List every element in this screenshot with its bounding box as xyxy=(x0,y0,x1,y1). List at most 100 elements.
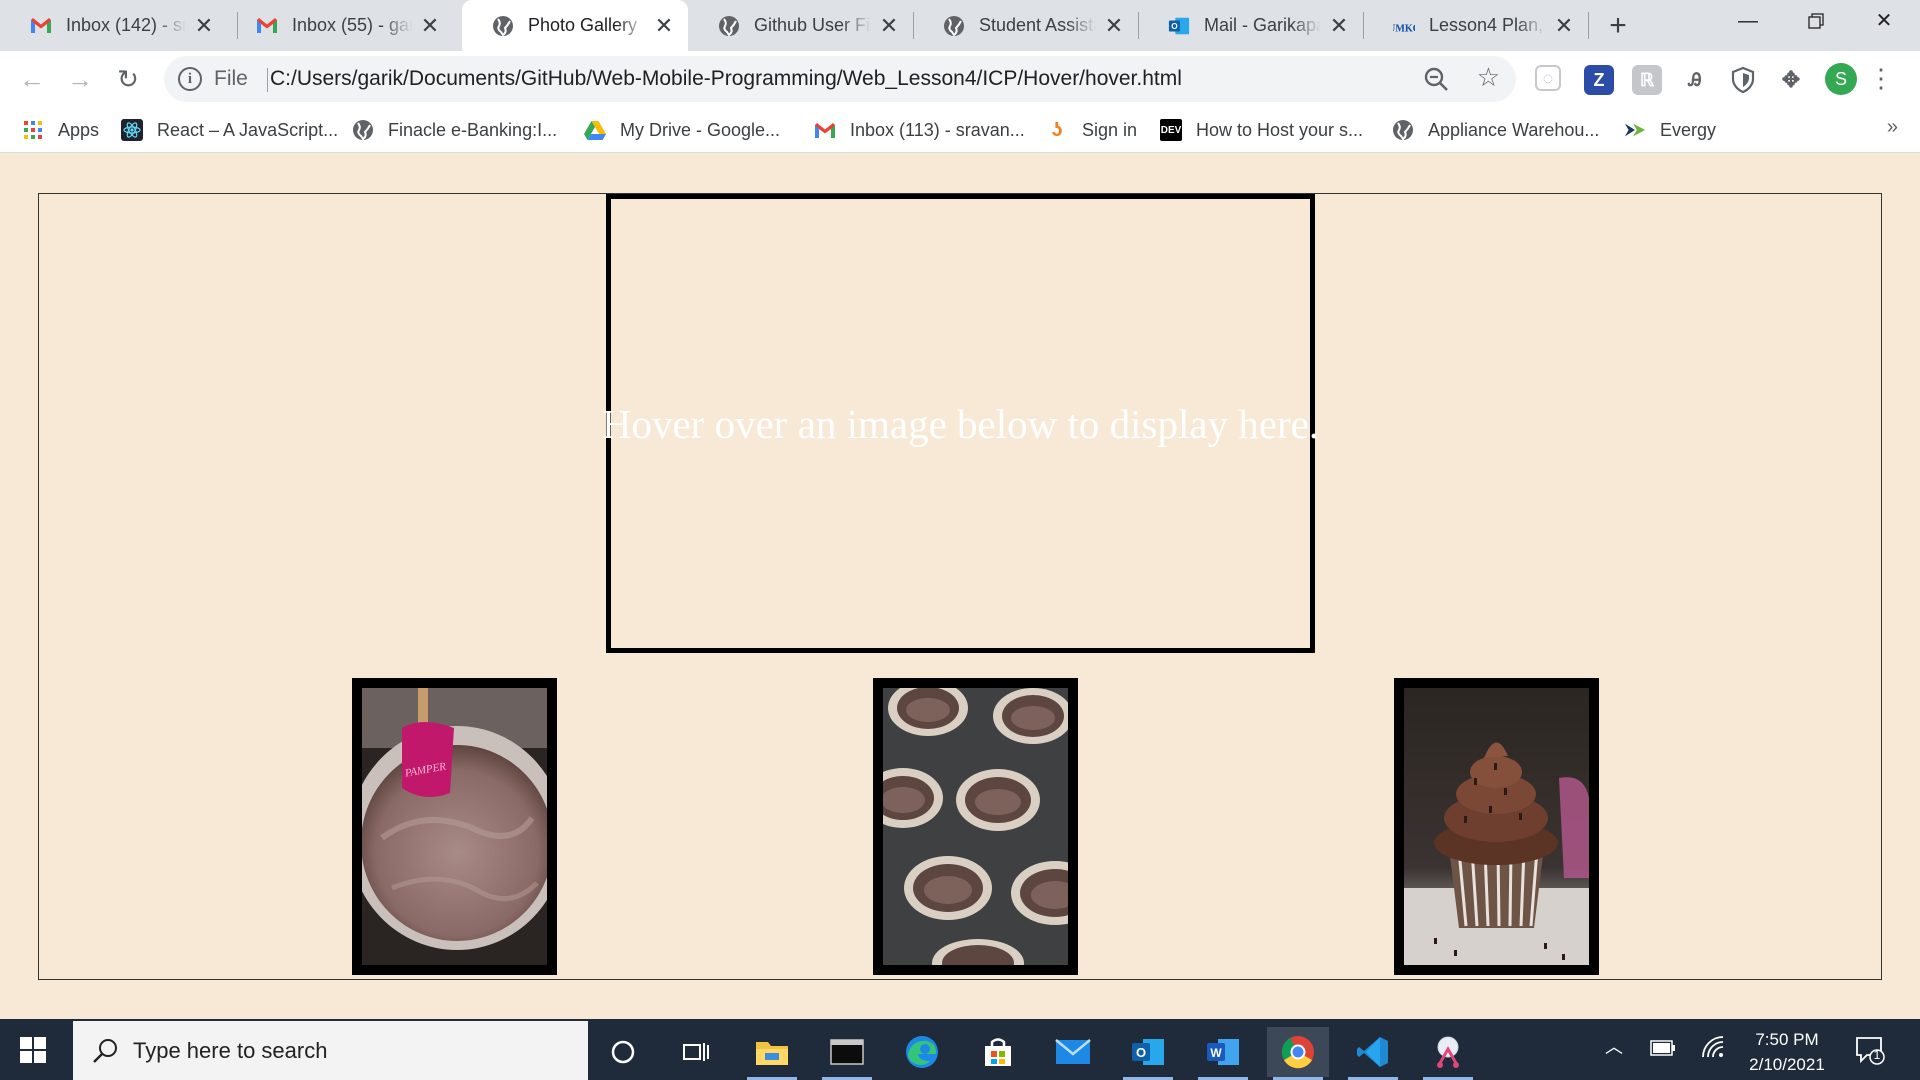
snipping-tool-icon[interactable] xyxy=(1417,1027,1479,1080)
photo-gallery-page: Hover over an image below to display her… xyxy=(0,153,1920,1019)
tab-title: Photo Gallery xyxy=(528,15,638,35)
close-tab-icon[interactable]: ✕ xyxy=(1554,13,1574,39)
bookmark-finacle[interactable]: Finacle e-Banking:I... xyxy=(352,116,557,144)
close-tab-icon[interactable]: ✕ xyxy=(879,13,899,39)
tab-lesson4-plan[interactable]: UMKC Lesson4 Plan, P ✕ xyxy=(1363,0,1588,51)
close-tab-icon[interactable]: ✕ xyxy=(420,13,440,39)
edge-browser-icon[interactable] xyxy=(891,1027,953,1077)
chrome-app-icon[interactable] xyxy=(1267,1027,1329,1080)
new-tab-button[interactable]: + xyxy=(1598,6,1638,46)
close-tab-icon[interactable]: ✕ xyxy=(1104,13,1124,39)
file-explorer-icon[interactable] xyxy=(741,1027,803,1080)
tab-inbox-garik[interactable]: Inbox (55) - garik ✕ xyxy=(226,0,454,51)
notification-count: 1 xyxy=(1873,1048,1881,1062)
vscode-app-icon[interactable] xyxy=(1342,1027,1404,1080)
bookmark-label: How to Host your s... xyxy=(1196,119,1364,140)
address-separator xyxy=(267,68,268,92)
globe-icon xyxy=(1392,119,1414,141)
notification-center-icon[interactable]: 1 xyxy=(1855,1035,1885,1065)
close-tab-icon[interactable]: ✕ xyxy=(194,13,214,39)
thumbnail-frosted-cupcake[interactable] xyxy=(1394,678,1599,975)
word-app-icon[interactable]: W xyxy=(1192,1027,1254,1080)
search-icon xyxy=(91,1036,121,1066)
browser-tab-strip: Inbox (142) - sravan ✕ Inbox (55) - gari… xyxy=(0,0,1920,51)
svg-text:O: O xyxy=(1171,22,1178,31)
profile-avatar[interactable]: S xyxy=(1825,63,1857,95)
thumbnail-cupcake-pan[interactable] xyxy=(873,678,1078,975)
restore-button[interactable] xyxy=(1782,0,1850,44)
clock-time: 7:50 PM xyxy=(1755,1030,1819,1049)
terminal-icon[interactable] xyxy=(816,1027,878,1080)
tab-mail-garikapati[interactable]: O Mail - Garikapati ✕ xyxy=(1138,0,1363,51)
thumbnail-chocolate-batter[interactable]: PAMPER xyxy=(352,678,557,975)
apps-grid-icon xyxy=(22,119,44,141)
url-text[interactable]: C:/Users/garik/Documents/GitHub/Web-Mobi… xyxy=(270,67,1182,91)
bookmark-label: Apps xyxy=(58,119,100,140)
minimize-button[interactable]: — xyxy=(1714,0,1782,44)
extension-zotero-icon[interactable]: Z xyxy=(1584,65,1614,95)
extension-gray-icon[interactable]: ℝ xyxy=(1632,65,1662,95)
svg-text:O: O xyxy=(1136,1045,1146,1060)
bookmark-label: My Drive - Google... xyxy=(620,119,781,140)
tab-student-assistant[interactable]: Student Assistant ✕ xyxy=(913,0,1138,51)
google-drive-icon xyxy=(584,119,606,141)
svg-text:W: W xyxy=(1210,1046,1222,1060)
back-button[interactable]: ← xyxy=(12,59,52,99)
tab-title: Inbox (55) - garik xyxy=(292,15,412,35)
microsoft-store-icon[interactable] xyxy=(967,1027,1029,1077)
bookmark-label: Finacle e-Banking:I... xyxy=(388,119,558,140)
bookmark-evergy[interactable]: Evergy xyxy=(1624,116,1716,144)
extension-grammar-icon[interactable]: Ꭿ xyxy=(1680,65,1710,95)
bookmark-host[interactable]: DEV How to Host your s... xyxy=(1160,116,1363,144)
address-bar[interactable]: i File C:/Users/garik/Documents/GitHub/W… xyxy=(164,56,1516,102)
bookmark-inbox[interactable]: Inbox (113) - sravan... xyxy=(814,116,1025,144)
umkc-icon: UMKC xyxy=(1393,15,1415,37)
extension-pocket-icon[interactable]: ◌ xyxy=(1535,65,1561,91)
clock-date: 2/10/2021 xyxy=(1749,1055,1825,1074)
browser-toolbar: ← → ↻ i File C:/Users/garik/Documents/Gi… xyxy=(0,51,1920,108)
windows-start-icon[interactable] xyxy=(20,1037,46,1063)
tab-github-user-finder[interactable]: Github User Finder ✕ xyxy=(688,0,913,51)
mail-app-icon[interactable] xyxy=(1042,1027,1104,1077)
globe-icon xyxy=(943,15,965,37)
search-placeholder: Type here to search xyxy=(133,1038,328,1063)
tab-photo-gallery[interactable]: Photo Gallery ✕ xyxy=(462,0,688,51)
display-instruction-text: Hover over an image below to display her… xyxy=(601,400,1320,447)
browser-menu-icon[interactable]: ⋮ xyxy=(1868,61,1894,95)
tab-title: Inbox (142) - sravan xyxy=(66,15,186,35)
info-icon[interactable]: i xyxy=(178,67,202,91)
taskbar-clock[interactable]: 7:50 PM 2/10/2021 xyxy=(1732,1027,1842,1077)
forward-button[interactable]: → xyxy=(60,59,100,99)
gmail-icon xyxy=(814,119,836,141)
globe-icon xyxy=(718,15,740,37)
bookmark-my-drive[interactable]: My Drive - Google... xyxy=(584,116,780,144)
tab-inbox-sravan[interactable]: Inbox (142) - sravan ✕ xyxy=(0,0,228,51)
show-hidden-icons[interactable]: ︿ xyxy=(1605,1033,1623,1059)
reload-button[interactable]: ↻ xyxy=(108,59,148,99)
close-tab-icon[interactable]: ✕ xyxy=(654,13,674,39)
react-icon xyxy=(121,119,143,141)
outlook-app-icon[interactable]: O xyxy=(1117,1027,1179,1080)
taskbar-search-box[interactable]: Type here to search xyxy=(73,1021,588,1080)
tab-title: Student Assistant xyxy=(979,15,1096,35)
zoom-icon[interactable] xyxy=(1422,65,1450,93)
bookmark-apps[interactable]: Apps xyxy=(22,116,99,144)
close-tab-icon[interactable]: ✕ xyxy=(1329,13,1349,39)
bookmark-label: Inbox (113) - sravan... xyxy=(850,119,1025,140)
bookmark-star-icon[interactable]: ☆ xyxy=(1477,62,1500,93)
dev-icon: DEV xyxy=(1160,119,1182,141)
cortana-icon[interactable] xyxy=(592,1027,654,1077)
wifi-icon[interactable] xyxy=(1700,1035,1726,1065)
bookmark-label: React – A JavaScript... xyxy=(157,119,339,140)
battery-icon[interactable] xyxy=(1650,1039,1676,1062)
evergy-icon xyxy=(1624,119,1646,141)
bookmark-sign-in[interactable]: ʖ Sign in xyxy=(1046,116,1137,144)
bookmarks-overflow-icon[interactable]: » xyxy=(1887,116,1898,139)
bookmark-appliance[interactable]: Appliance Warehou... xyxy=(1392,116,1599,144)
gmail-icon xyxy=(30,15,52,37)
bookmark-react[interactable]: React – A JavaScript... xyxy=(121,116,338,144)
extensions-puzzle-icon[interactable]: ✥ xyxy=(1776,65,1806,95)
extension-shield-icon[interactable] xyxy=(1728,65,1758,95)
task-view-icon[interactable] xyxy=(665,1027,727,1077)
close-window-button[interactable]: ✕ xyxy=(1850,0,1918,44)
